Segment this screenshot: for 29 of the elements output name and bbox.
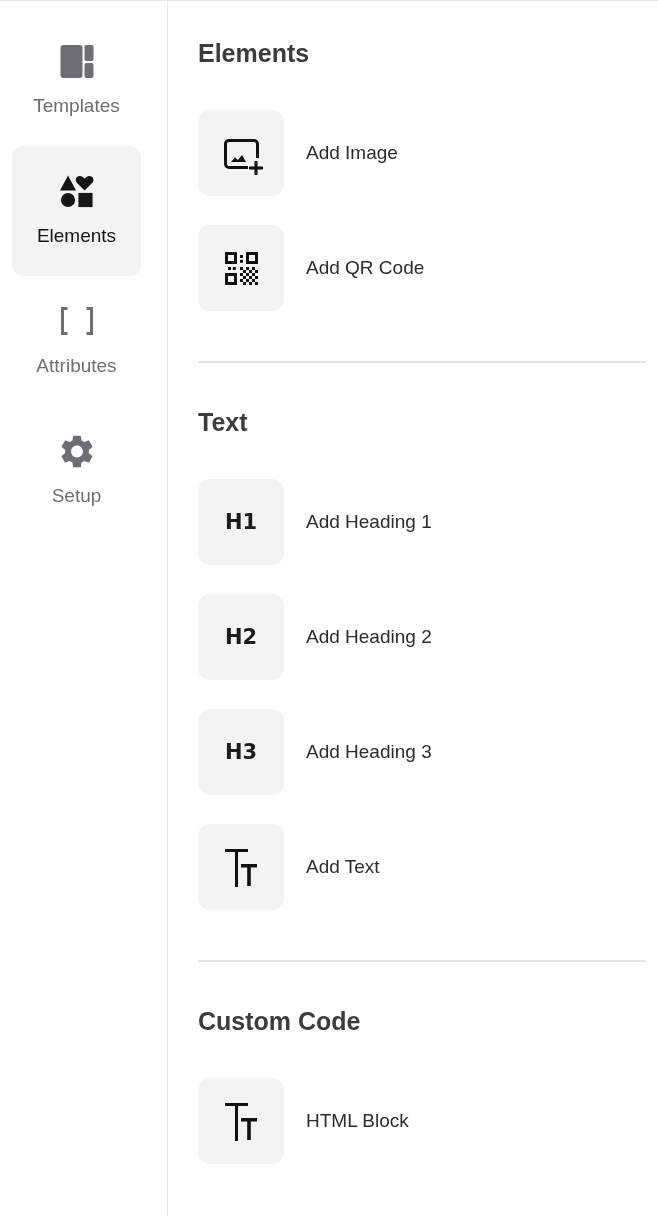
brackets-icon [59,307,94,335]
section-heading: Elements [198,38,311,68]
text-size-icon [225,849,257,887]
element-tile[interactable] [198,824,284,910]
element-label: Add QR Code [306,256,425,280]
heading-tile[interactable]: H1 [198,479,284,565]
element-tile[interactable] [198,1078,284,1164]
image-plus-icon [224,139,264,175]
element-label: Add Image [306,141,398,165]
sidebar-tab[interactable]: Elements [12,146,141,276]
element-tile[interactable] [198,225,284,311]
heading-tile[interactable]: H2 [198,594,284,680]
sidebar-tab[interactable]: Templates [12,16,141,146]
section-heading: Custom Code [198,1006,362,1036]
text-size-icon [225,1103,257,1141]
sidebar-tab[interactable]: Attributes [12,276,141,406]
layout-icon [59,45,94,78]
sidebar-tab[interactable]: Setup [12,406,141,536]
element-label: Add Heading 3 [306,740,432,764]
element-label: HTML Block [306,1109,409,1133]
element-tile[interactable] [198,110,284,196]
element-label: Add Heading 1 [306,510,432,534]
settings-icon [59,435,94,468]
element-label: Add Heading 2 [306,625,432,649]
shapes-icon [59,175,94,208]
heading-tile[interactable]: H3 [198,709,284,795]
section-heading: Text [198,407,249,437]
element-label: Add Text [306,855,380,879]
qr-code-icon [224,251,258,285]
